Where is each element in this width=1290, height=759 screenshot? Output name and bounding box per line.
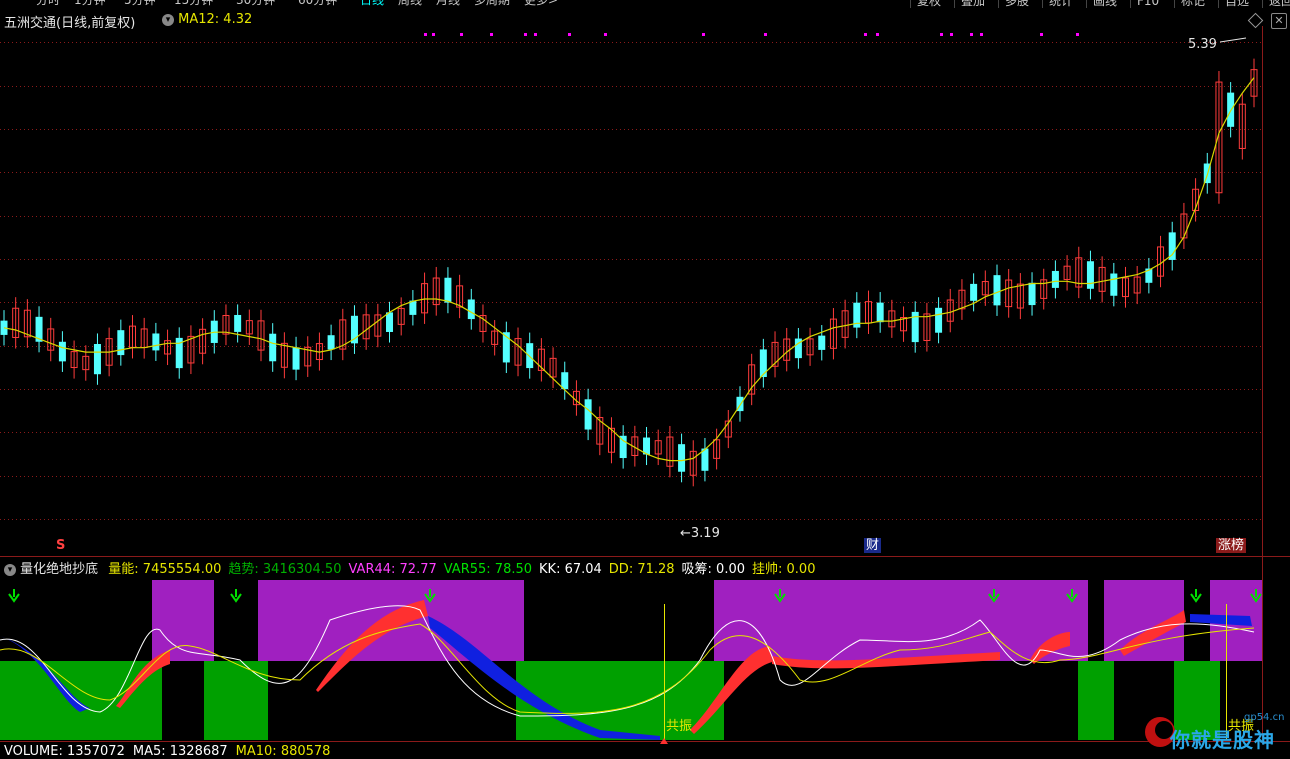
indicator-value-0: 量能: 7455554.00 — [108, 562, 222, 577]
candle-body — [467, 299, 475, 320]
volume-value-1: MA5: 1328687 — [132, 744, 228, 759]
signal-dot — [970, 33, 973, 36]
max-price-label: 5.39 — [1188, 37, 1217, 52]
gongzhen-label: 共振 — [666, 719, 692, 734]
indicator-name[interactable]: 量化绝地抄底 — [20, 562, 98, 577]
watermark-site: gp54.cn — [1244, 712, 1285, 723]
candle-body — [970, 283, 978, 301]
signal-dot — [524, 33, 527, 36]
ma12-line — [3, 77, 1255, 462]
candle-body — [526, 343, 534, 369]
watermark: 你就是股神 gp54.cn — [1140, 710, 1290, 754]
indicator-value-5: DD: 71.28 — [608, 562, 675, 577]
indicator-value-6: 吸筹: 0.00 — [681, 562, 746, 577]
volume-value-0: VOLUME: 1357072 — [4, 744, 125, 759]
candle-body — [678, 444, 686, 472]
signal-dot — [764, 33, 767, 36]
indicator-value-7: 挂帅: 0.00 — [752, 562, 816, 577]
signal-dot — [1076, 33, 1079, 36]
candle-body — [643, 437, 651, 455]
signal-dot — [864, 33, 867, 36]
candle-body — [93, 343, 101, 375]
chart-canvas: 5.39←3.19共振 共振 — [0, 26, 1290, 744]
indicator-dropdown-icon[interactable]: ▾ — [4, 564, 16, 576]
candle-body — [935, 307, 943, 333]
candle-body — [444, 277, 452, 303]
candle-body — [269, 333, 277, 362]
candle-body — [561, 372, 569, 390]
close-icon[interactable]: ✕ — [1271, 13, 1287, 29]
signal-dot — [460, 33, 463, 36]
min-price-label: ←3.19 — [680, 526, 720, 541]
candle-body — [584, 399, 592, 430]
signal-dot — [604, 33, 607, 36]
candle-body — [876, 302, 884, 323]
zhangbang-badge[interactable]: 涨榜 — [1216, 538, 1247, 553]
max-arrow — [1219, 37, 1247, 43]
green-zone — [0, 661, 162, 740]
candle-body — [1086, 261, 1094, 289]
candle-body — [409, 300, 417, 315]
signal-dot — [876, 33, 879, 36]
candle-body — [701, 448, 709, 471]
dropdown-icon[interactable]: ▾ — [162, 14, 174, 26]
cai-badge[interactable]: 财 — [864, 538, 882, 553]
candle-body — [327, 335, 335, 350]
indicator-legend: ▾ 量化绝地抄底 量能: 7455554.00 趋势: 3416304.50 VAR… — [4, 558, 822, 577]
volume-legend: VOLUME: 1357072 MA5: 1328687 MA10: 880578 — [4, 744, 338, 759]
signal-s-badge[interactable]: S — [54, 538, 67, 553]
stock-title: 五洲交通(日线,前复权) — [4, 16, 136, 31]
candle-body — [1168, 232, 1176, 260]
down-arrow-icon — [230, 589, 242, 603]
candle-body — [234, 314, 242, 332]
candle-body — [818, 335, 826, 350]
signal-dot — [568, 33, 571, 36]
volume-value-2: MA10: 880578 — [235, 744, 331, 759]
signal-dot — [950, 33, 953, 36]
candle-body — [993, 275, 1001, 306]
signal-dot — [1040, 33, 1043, 36]
indicator-value-1: 趋势: 3416304.50 — [228, 562, 342, 577]
down-arrow-icon — [1190, 589, 1202, 603]
signal-dot — [534, 33, 537, 36]
signal-dot — [424, 33, 427, 36]
candle-body — [117, 330, 125, 356]
signal-dot — [432, 33, 435, 36]
watermark-text: 你就是股神 — [1170, 728, 1275, 752]
signal-dot — [940, 33, 943, 36]
candle-body — [152, 333, 160, 351]
green-zone — [1078, 661, 1114, 740]
signal-dot — [490, 33, 493, 36]
candle-body — [386, 312, 394, 332]
down-arrow-icon — [8, 589, 20, 603]
ma12-value: MA12: 4.32 — [178, 12, 253, 27]
signal-dot — [702, 33, 705, 36]
signal-dot — [980, 33, 983, 36]
purple-zone — [152, 580, 214, 661]
candle-body — [1028, 282, 1036, 306]
indicator-value-3: VAR55: 78.50 — [443, 562, 533, 577]
indicator-value-4: KK: 67.04 — [539, 562, 602, 577]
indicator-value-2: VAR44: 72.77 — [348, 562, 437, 577]
candle-body — [1051, 270, 1059, 288]
candle-body — [292, 347, 300, 370]
candle-body — [1110, 273, 1118, 296]
candle-body — [58, 341, 66, 362]
ma-legend[interactable]: ▾ MA12: 4.32 — [162, 12, 252, 27]
